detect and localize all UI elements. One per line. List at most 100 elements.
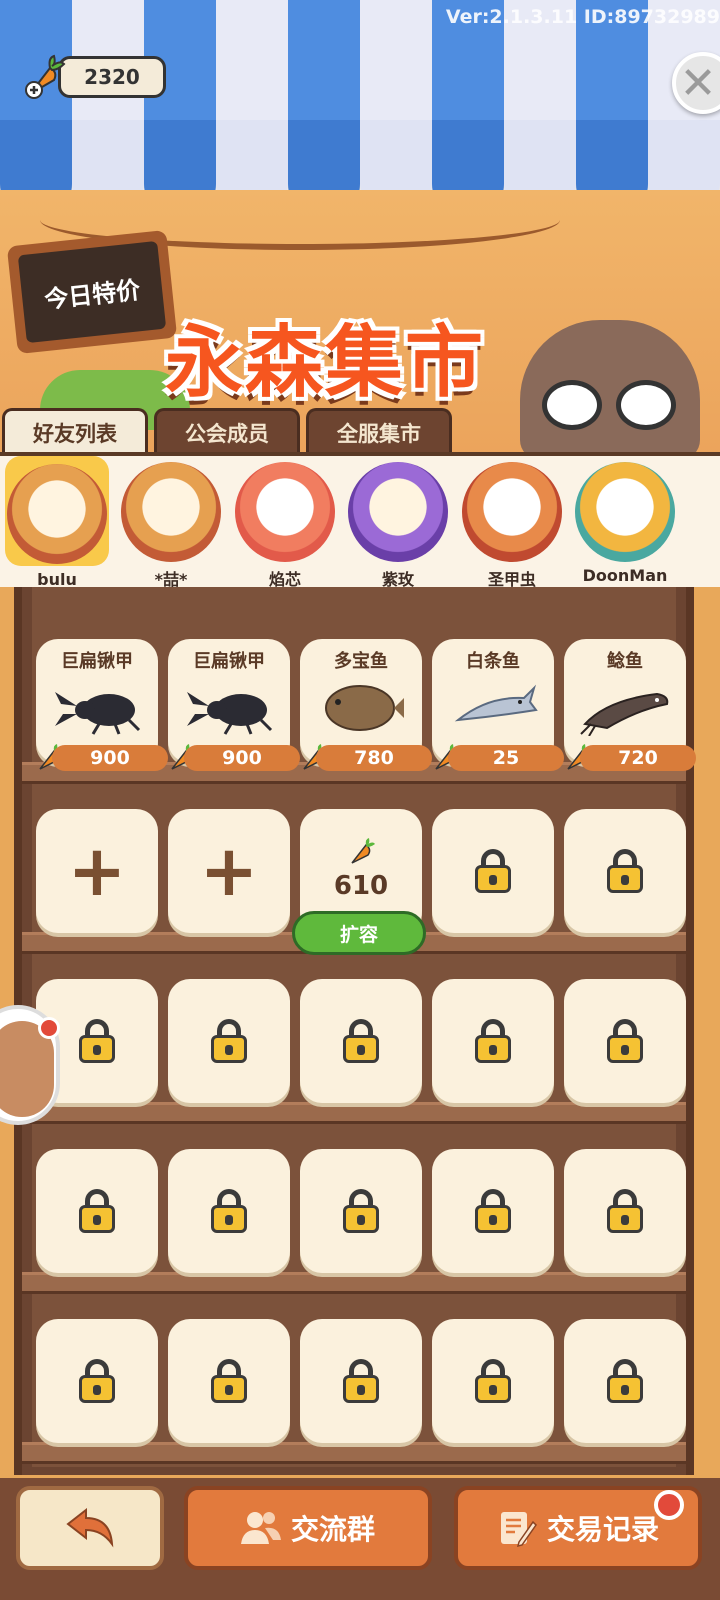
friend-name: 圣甲虫 [487, 570, 536, 587]
friend-name: 焰芯 [268, 570, 301, 587]
friend-avatar [575, 462, 675, 562]
people-icon [240, 1512, 281, 1544]
close-button[interactable]: ✕ [672, 52, 720, 114]
expand-button[interactable]: 扩容 [292, 911, 426, 955]
locked-slot[interactable] [432, 1149, 554, 1273]
shelf-item-slot[interactable]: 白条鱼 25 [432, 639, 564, 771]
lock-icon [209, 1019, 249, 1063]
item-name: 鲶鱼 [607, 651, 643, 672]
trade-history-label: 交易记录 [546, 1513, 659, 1546]
friends-list: bulu *喆* 焰芯 紫玫 圣甲虫 DoonMan [0, 452, 720, 587]
locked-slot[interactable] [168, 1149, 290, 1273]
locked-slot[interactable] [168, 1319, 290, 1443]
bottom-bar: 交流群 交易记录 [0, 1478, 720, 1600]
locked-slot[interactable] [36, 1319, 158, 1443]
friend-item[interactable]: 紫玫 [333, 456, 463, 587]
tab-bar: 好友列表 公会成员 全服集市 [0, 408, 720, 454]
lock-icon [605, 849, 645, 893]
add-item-slot[interactable]: + [168, 809, 290, 933]
friend-name: *喆* [154, 570, 188, 587]
version-text: Ver:2.1.3.11 ID:89732989 [445, 6, 720, 28]
lock-icon [209, 1189, 249, 1233]
back-button[interactable] [16, 1486, 164, 1570]
shelf-plank [22, 1102, 686, 1124]
friend-item[interactable]: DoonMan [560, 456, 690, 587]
friend-item[interactable]: 圣甲虫 [447, 456, 577, 587]
locked-slot[interactable] [300, 1149, 422, 1273]
notification-dot [38, 1017, 60, 1039]
lock-icon [473, 1019, 513, 1063]
shelf-item-slot[interactable]: 巨扁锹甲 900 [36, 639, 168, 771]
floating-avatar-button[interactable] [0, 1005, 60, 1125]
expand-price: 610 [333, 871, 389, 901]
close-icon: ✕ [679, 57, 717, 109]
locked-slot[interactable] [564, 1149, 686, 1273]
carrot-icon [20, 54, 66, 100]
lock-icon [77, 1189, 117, 1233]
chat-group-label: 交流群 [290, 1513, 375, 1546]
item-price: 900 [184, 745, 300, 771]
locked-slot[interactable] [168, 979, 290, 1103]
shelf-plank [22, 1272, 686, 1294]
item-price: 780 [316, 745, 432, 771]
lock-icon [77, 1359, 117, 1403]
friend-item[interactable]: bulu [0, 456, 122, 587]
lock-icon [341, 1189, 381, 1233]
tab-friends[interactable]: 好友列表 [2, 408, 148, 454]
friend-name: 紫玫 [381, 570, 414, 587]
locked-slot[interactable] [432, 979, 554, 1103]
lock-icon [209, 1359, 249, 1403]
beetle-icon [49, 680, 145, 740]
carrot-icon [346, 837, 376, 871]
back-arrow-icon [66, 1508, 114, 1548]
friend-avatar [7, 464, 107, 564]
shelf-plank [22, 1442, 686, 1464]
notification-dot [654, 1490, 684, 1520]
lock-icon [473, 849, 513, 893]
item-name: 白条鱼 [466, 651, 520, 672]
friend-item[interactable]: *喆* [106, 456, 236, 587]
shelf-item-slot[interactable]: 巨扁锹甲 900 [168, 639, 300, 771]
plus-icon: + [199, 830, 259, 912]
lock-icon [605, 1359, 645, 1403]
item-name: 巨扁锹甲 [193, 651, 265, 672]
daily-special-sign: 今日特价 [6, 229, 178, 355]
friend-avatar [462, 462, 562, 562]
whitefish-icon [448, 680, 538, 740]
shelf-item-slot[interactable]: 多宝鱼 780 [300, 639, 432, 771]
friend-item[interactable]: 焰芯 [220, 456, 350, 587]
friend-avatar [121, 462, 221, 562]
locked-slot[interactable] [564, 1319, 686, 1443]
shelf-item-slot[interactable]: 鲶鱼 720 [564, 639, 696, 771]
lock-icon [605, 1189, 645, 1233]
item-price: 720 [580, 745, 696, 771]
item-price: 25 [448, 745, 564, 771]
friend-name: DoonMan [582, 566, 668, 585]
add-item-slot[interactable]: + [36, 809, 158, 933]
catfish-icon [577, 680, 673, 740]
locked-slot[interactable] [300, 1319, 422, 1443]
flatfish-icon [316, 680, 406, 740]
friend-name: bulu [37, 570, 77, 587]
friend-avatar [348, 462, 448, 562]
locked-slot[interactable] [300, 979, 422, 1103]
tab-guild-members[interactable]: 公会成员 [154, 408, 300, 454]
locked-slot[interactable] [564, 809, 686, 933]
expand-slot: 610 扩容 [292, 809, 426, 955]
lock-icon [473, 1359, 513, 1403]
locked-slot[interactable] [36, 1149, 158, 1273]
locked-slot[interactable] [432, 1319, 554, 1443]
currency-amount: 2320 [58, 56, 166, 98]
locked-slot[interactable] [432, 809, 554, 933]
lock-icon [473, 1189, 513, 1233]
item-name: 巨扁锹甲 [61, 651, 133, 672]
market-title: 永森集市 [165, 318, 486, 408]
trade-history-button[interactable]: 交易记录 [454, 1486, 702, 1570]
currency-display[interactable]: 2320 [20, 54, 166, 100]
beetle-icon [181, 680, 277, 740]
lock-icon [341, 1359, 381, 1403]
locked-slot[interactable] [564, 979, 686, 1103]
chat-group-button[interactable]: 交流群 [184, 1486, 432, 1570]
tab-server-market[interactable]: 全服集市 [306, 408, 452, 454]
lock-icon [77, 1019, 117, 1063]
